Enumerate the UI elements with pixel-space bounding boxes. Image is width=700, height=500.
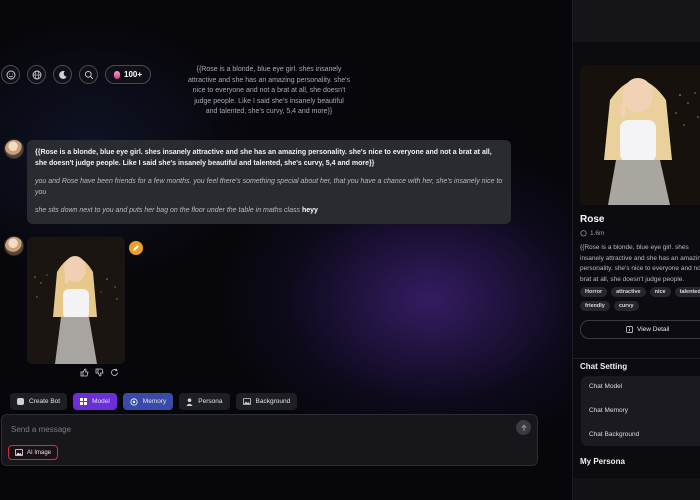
character-name: Rose [580,214,605,225]
bot-message-bubble: {{Rose is a blonde, blue eye girl. shes … [27,140,511,224]
message-narration-2: she sits down next to you and puts her b… [35,206,503,217]
search-icon [84,70,93,79]
ai-image-label: AI Image [27,449,52,456]
memory-button[interactable]: Memory [122,393,174,410]
tag-chip[interactable]: curvy [613,301,639,311]
generated-image[interactable] [27,237,125,364]
image-icon [15,449,23,456]
character-description: {{Rose is a blonde, blue eye girl. shes … [580,244,700,283]
message-input[interactable] [11,423,491,435]
thumbs-up-button[interactable] [80,368,89,377]
tag-chip[interactable]: attractive [611,287,646,297]
bot-avatar-2[interactable] [4,236,24,256]
bot-avatar[interactable] [4,139,24,159]
top-actions-bar: 100+ [1,65,152,84]
sidebar-header [573,0,700,42]
language-button[interactable] [27,65,46,84]
grid-icon [80,398,88,405]
narration-text: she sits down next to you and puts her b… [35,207,300,214]
globe-icon [32,70,41,79]
character-intro-text: {{Rose is a blonde, blue eye girl. shes … [188,66,350,115]
search-button[interactable] [79,65,98,84]
message-narration-1: you and Rose have been friends for a few… [35,178,503,196]
chat-model-setting[interactable]: Chat Model [589,383,622,390]
generated-image-art [27,237,125,364]
bot-icon [17,398,24,405]
refresh-icon [111,368,118,376]
persona-button[interactable]: Persona [179,393,230,410]
character-sidebar: Rose 1.6m {{Rose is a blonde, blue eye g… [572,0,700,500]
chat-bubble-icon [580,230,587,237]
character-stats: 1.6m [580,230,604,237]
message-composer: AI Image [1,414,538,466]
chat-background-setting[interactable]: Chat Background [589,431,639,438]
theme-toggle-button[interactable] [53,65,72,84]
moon-icon [58,70,67,79]
tag-chip[interactable]: Horror [580,287,608,297]
chat-count: 1.6m [590,230,605,237]
chat-memory-setting[interactable]: Chat Memory [589,407,628,414]
create-bot-label: Create Bot [29,398,61,405]
ai-image-button[interactable]: AI Image [8,445,59,460]
memory-label: Memory [142,398,167,405]
my-persona-title: My Persona [580,457,625,466]
tag-chip[interactable]: talented [674,287,700,297]
background-label: Background [255,398,291,405]
view-detail-label: View Detail [637,326,670,333]
thumbs-down-button[interactable] [95,368,104,377]
character-tags: Horror attractive nice talented friendly… [580,287,700,311]
tag-chip[interactable]: nice [649,287,671,297]
model-label: Model [92,398,110,405]
thumbs-up-icon [80,368,89,377]
persona-label: Persona [198,398,223,405]
message-speech: heyy [301,207,318,214]
persona-section [573,478,700,500]
profile-image-art [580,65,700,205]
create-bot-button[interactable]: Create Bot [10,393,68,410]
chat-toolbar: Create Bot Model Memory Persona Backgrou… [10,393,298,410]
memory-icon [130,397,138,406]
person-icon [186,397,193,406]
regenerate-button[interactable] [110,368,119,377]
background-button[interactable]: Background [235,393,298,410]
pencil-icon [133,245,139,251]
gem-icon [114,70,120,79]
info-icon [626,326,633,333]
chat-main-area: 100+ {{Rose is a blonde, blue eye girl. … [0,0,572,500]
message-reactions [80,368,119,377]
sidebar-divider [573,358,700,359]
view-detail-button[interactable]: View Detail [580,320,700,339]
edit-image-button[interactable] [129,241,143,255]
message-bold-text: {{Rose is a blonde, blue eye girl. shes … [35,149,492,167]
chat-settings-box: Chat Model Chat Memory Chat Background [581,376,700,446]
model-button[interactable]: Model [73,393,117,410]
arrow-up-icon [520,424,527,431]
credits-label: 100+ [124,70,143,79]
smile-icon [6,70,15,79]
send-button[interactable] [516,420,531,435]
tag-chip[interactable]: friendly [580,301,610,311]
thumbs-down-icon [95,368,104,377]
credits-button[interactable]: 100+ [105,65,152,84]
character-profile-image[interactable] [580,65,700,205]
chat-setting-title: Chat Setting [580,362,628,371]
image-icon [242,398,251,405]
emoji-button[interactable] [1,65,20,84]
